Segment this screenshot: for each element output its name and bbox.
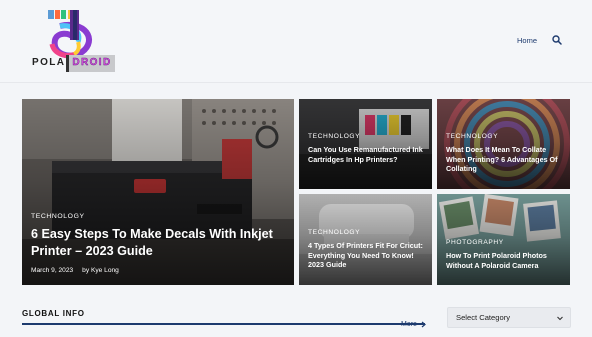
featured-title[interactable]: 6 Easy Steps To Make Decals With Inkjet … <box>31 226 281 260</box>
section-underline <box>22 323 425 325</box>
featured-meta: March 9, 2023 by Kye Long <box>31 267 119 274</box>
logo-text-left: POLA <box>32 57 66 68</box>
post-card[interactable]: PHOTOGRAPHY How To Print Polaroid Photos… <box>437 194 570 285</box>
chevron-down-icon <box>557 316 563 321</box>
card-title[interactable]: How To Print Polaroid Photos Without A P… <box>446 251 564 270</box>
header-divider <box>0 82 592 83</box>
post-card[interactable]: TECHNOLOGY 4 Types Of Printers Fit For C… <box>299 194 432 285</box>
nav-home-link[interactable]: Home <box>517 36 537 45</box>
card-title[interactable]: What Does It Mean To Collate When Printi… <box>446 145 564 174</box>
featured-author[interactable]: by Kye Long <box>82 267 119 274</box>
category-select-value: Select Category <box>456 313 511 322</box>
card-category[interactable]: PHOTOGRAPHY <box>446 239 504 246</box>
more-label: More <box>401 321 417 328</box>
card-overlay <box>299 99 432 189</box>
card-category[interactable]: TECHNOLOGY <box>446 133 498 140</box>
chevron-right-icon <box>421 321 426 328</box>
card-category[interactable]: TECHNOLOGY <box>308 229 360 236</box>
card-overlay <box>437 99 570 189</box>
card-title[interactable]: Can You Use Remanufactured Ink Cartridge… <box>308 145 426 164</box>
logo-text-right: DROID <box>66 55 115 72</box>
card-category[interactable]: TECHNOLOGY <box>308 133 360 140</box>
featured-category[interactable]: TECHNOLOGY <box>31 213 85 220</box>
category-select[interactable]: Select Category <box>447 307 571 328</box>
featured-post-card[interactable]: TECHNOLOGY 6 Easy Steps To Make Decals W… <box>22 99 294 285</box>
logo-wordmark[interactable]: POLA DROID <box>30 55 115 72</box>
search-icon[interactable] <box>552 35 562 45</box>
more-link[interactable]: More <box>401 321 426 328</box>
featured-date: March 9, 2023 <box>31 267 74 274</box>
card-title[interactable]: 4 Types Of Printers Fit For Cricut: Ever… <box>308 241 426 270</box>
post-card[interactable]: TECHNOLOGY Can You Use Remanufactured In… <box>299 99 432 189</box>
section-title: GLOBAL INFO <box>22 309 85 318</box>
site-header: POLA DROID Home <box>0 0 592 82</box>
card-overlay <box>299 194 432 285</box>
post-card[interactable]: TECHNOLOGY What Does It Mean To Collate … <box>437 99 570 189</box>
